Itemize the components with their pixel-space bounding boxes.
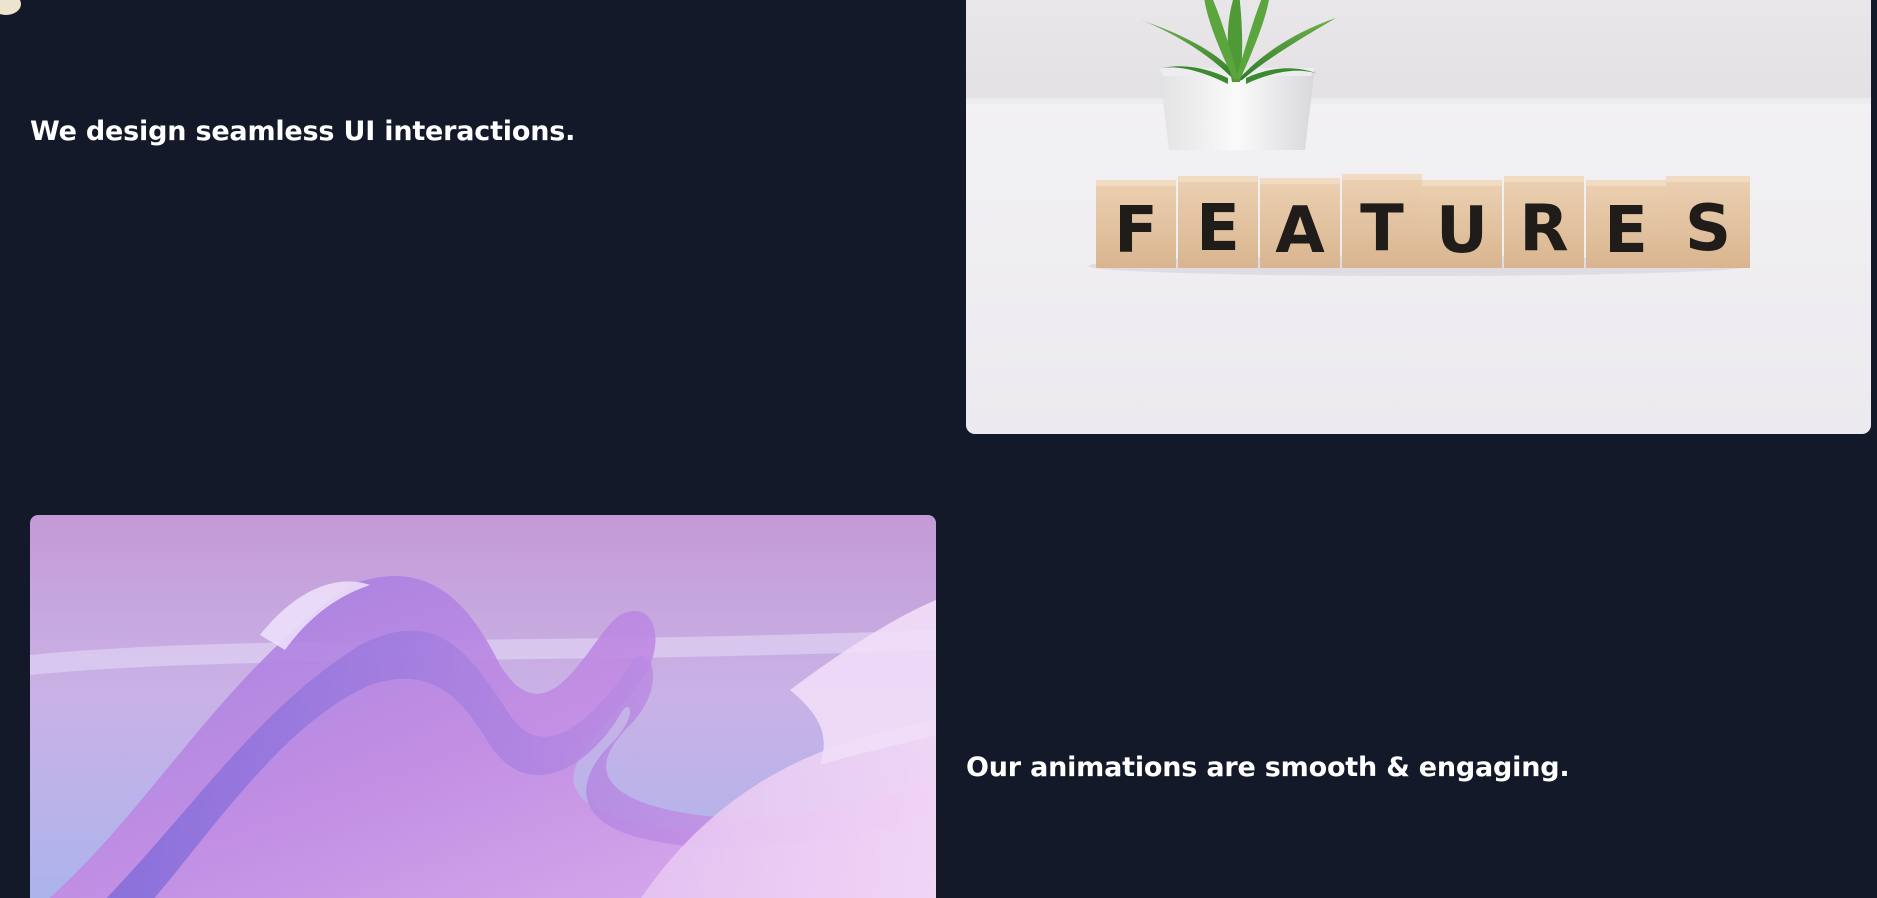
features-illustration: F E A T U R E S <box>966 0 1871 434</box>
svg-text:R: R <box>1519 192 1568 266</box>
page: We design seamless UI interactions. F E … <box>0 0 1877 898</box>
ribbons-illustration <box>30 515 936 898</box>
svg-text:T: T <box>1360 192 1404 266</box>
letter-blocks: F E A T U R E S <box>1096 174 1750 268</box>
svg-text:A: A <box>1275 194 1325 268</box>
svg-text:E: E <box>1196 192 1240 266</box>
features-blocks-image: F E A T U R E S <box>966 0 1871 434</box>
section-1-headline: We design seamless UI interactions. <box>30 116 576 147</box>
section-2-headline: Our animations are smooth & engaging. <box>966 752 1570 783</box>
svg-text:S: S <box>1685 192 1731 266</box>
svg-text:U: U <box>1436 194 1488 268</box>
svg-text:E: E <box>1604 194 1648 268</box>
cursor-dot <box>0 0 21 15</box>
svg-text:F: F <box>1114 194 1158 268</box>
abstract-ribbons-image <box>30 515 936 898</box>
